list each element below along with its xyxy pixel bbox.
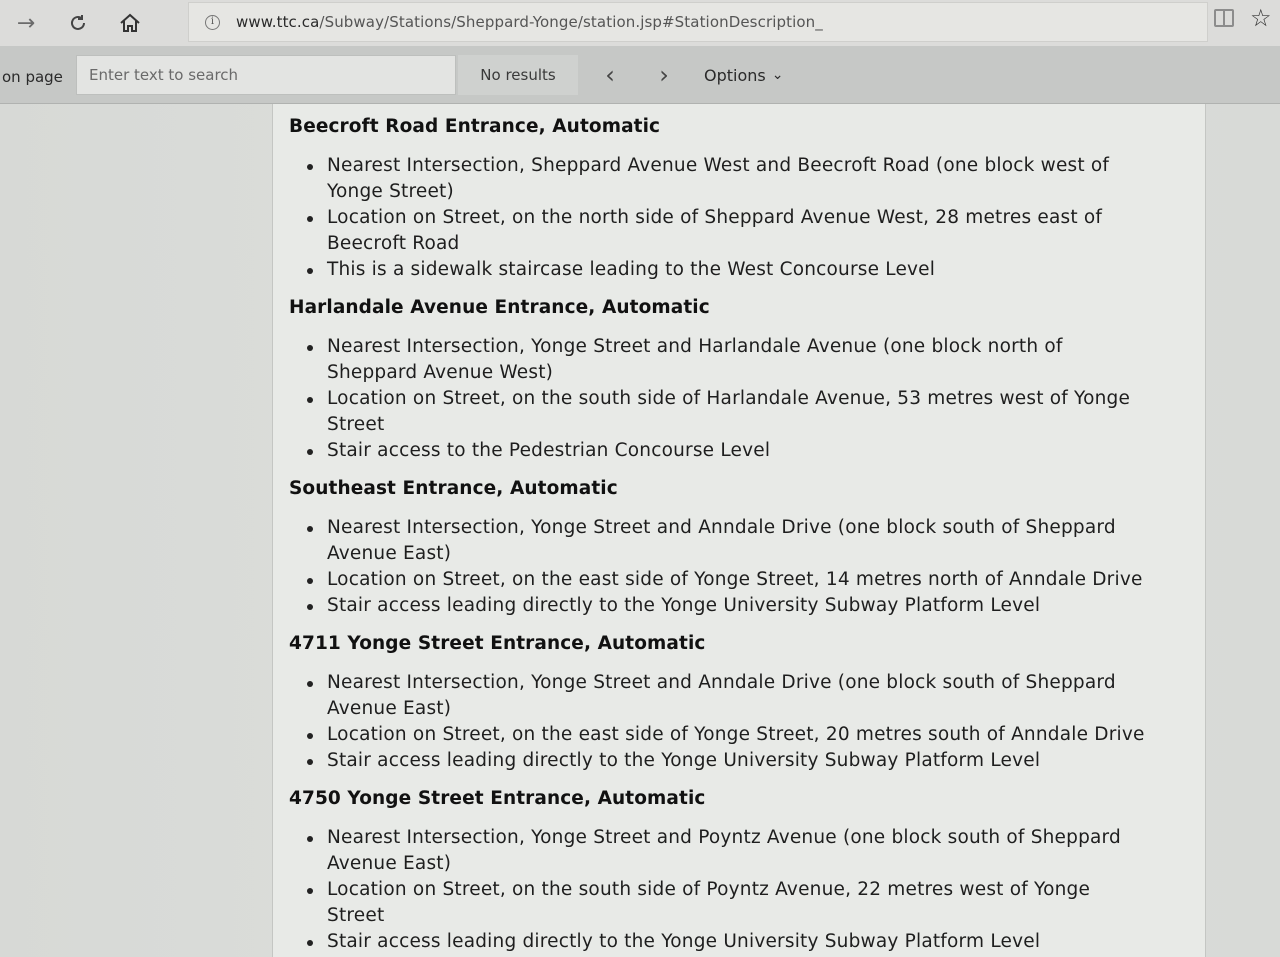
entrance-detail-list: Nearest Intersection, Yonge Street and A…: [289, 515, 1189, 619]
find-result-status: No results: [458, 55, 578, 95]
info-icon[interactable]: i: [205, 14, 220, 30]
entrance-section: Southeast Entrance, Automatic Nearest Int…: [289, 478, 1189, 619]
list-item: Stair access leading directly to the Yon…: [307, 593, 1189, 619]
list-item: This is a sidewalk staircase leading to …: [307, 257, 1189, 283]
back-arrow-icon[interactable]: →: [0, 0, 52, 46]
list-item: Nearest Intersection, Yonge Street and A…: [307, 515, 1189, 567]
entrance-title: Southeast Entrance, Automatic: [289, 478, 618, 499]
list-item: Location on Street, on the south side of…: [307, 877, 1189, 929]
find-next-button[interactable]: ›: [644, 55, 684, 95]
list-item: Nearest Intersection, Yonge Street and P…: [307, 825, 1189, 877]
find-options-label: Options: [704, 65, 766, 85]
entrance-section: 4711 Yonge Street Entrance, Automatic Nea…: [289, 633, 1189, 774]
reading-view-icon[interactable]: [1214, 9, 1234, 27]
entrance-title: Harlandale Avenue Entrance, Automatic: [289, 297, 710, 318]
find-options-button[interactable]: Options ⌄: [696, 55, 791, 95]
list-item: Location on Street, on the north side of…: [307, 205, 1189, 257]
entrance-detail-list: Nearest Intersection, Sheppard Avenue We…: [289, 153, 1189, 283]
entrance-section: Harlandale Avenue Entrance, Automatic Nea…: [289, 297, 1189, 464]
list-item: Location on Street, on the east side of …: [307, 567, 1189, 593]
find-on-page-bar: on page No results ‹ › Options ⌄: [0, 46, 1280, 104]
home-icon[interactable]: [104, 0, 156, 46]
refresh-icon[interactable]: [52, 0, 104, 46]
list-item: Location on Street, on the east side of …: [307, 722, 1189, 748]
list-item: Nearest Intersection, Yonge Street and H…: [307, 334, 1189, 386]
list-item: Location on Street, on the south side of…: [307, 386, 1189, 438]
list-item: Nearest Intersection, Yonge Street and A…: [307, 670, 1189, 722]
entrance-section: 4750 Yonge Street Entrance, Automatic Nea…: [289, 788, 1189, 955]
station-description: Beecroft Road Entrance, Automatic Nearest…: [272, 104, 1206, 957]
url-input[interactable]: i www.ttc.ca/Subway/Stations/Sheppard-Yo…: [188, 2, 1208, 42]
list-item: Nearest Intersection, Sheppard Avenue We…: [307, 153, 1189, 205]
entrance-detail-list: Nearest Intersection, Yonge Street and H…: [289, 334, 1189, 464]
address-bar: → i www.ttc.ca/Subway/Stations/Sheppard-…: [0, 0, 1280, 46]
favorite-star-icon[interactable]: ☆: [1250, 4, 1272, 32]
entrance-title: 4711 Yonge Street Entrance, Automatic: [289, 633, 706, 654]
list-item: Stair access to the Pedestrian Concourse…: [307, 438, 1189, 464]
list-item: Stair access leading directly to the Yon…: [307, 929, 1189, 955]
list-item: Stair access leading directly to the Yon…: [307, 748, 1189, 774]
entrance-title: 4750 Yonge Street Entrance, Automatic: [289, 788, 706, 809]
entrance-detail-list: Nearest Intersection, Yonge Street and P…: [289, 825, 1189, 955]
find-search-input[interactable]: [76, 55, 456, 95]
url-text: www.ttc.ca/Subway/Stations/Sheppard-Yong…: [236, 13, 823, 31]
entrance-section: Beecroft Road Entrance, Automatic Nearest…: [289, 116, 1189, 283]
entrance-title: Beecroft Road Entrance, Automatic: [289, 116, 661, 137]
find-label: on page: [2, 68, 63, 86]
chevron-down-icon: ⌄: [771, 67, 784, 83]
entrance-detail-list: Nearest Intersection, Yonge Street and A…: [289, 670, 1189, 774]
find-previous-button[interactable]: ‹: [590, 55, 630, 95]
